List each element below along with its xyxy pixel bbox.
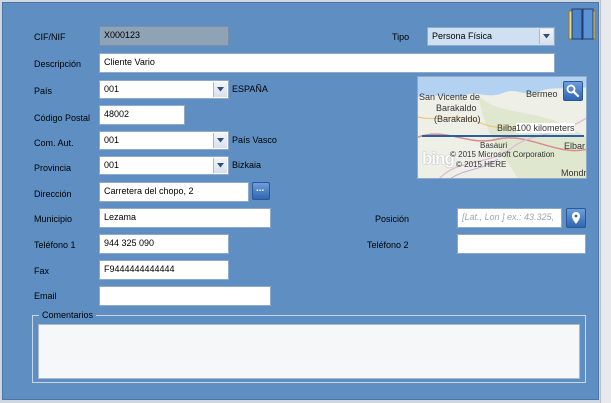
magnifier-icon bbox=[566, 84, 580, 98]
descripcion-field[interactable]: Cliente Vario bbox=[99, 53, 555, 73]
window: CIF/NIF X000123 Tipo Persona Física Desc… bbox=[0, 0, 611, 403]
window-edge-scrollbar[interactable] bbox=[600, 0, 611, 403]
pais-value: 001 bbox=[104, 84, 120, 94]
provincia-name: Bizkaia bbox=[232, 160, 262, 170]
codigo-postal-label: Código Postal bbox=[34, 113, 91, 123]
open-book-icon[interactable] bbox=[567, 7, 597, 43]
chevron-down-icon bbox=[217, 87, 224, 92]
telefono2-field[interactable] bbox=[457, 234, 586, 254]
com-aut-value: 001 bbox=[104, 135, 120, 145]
map-place-1: San Vicente de bbox=[419, 92, 480, 102]
com-aut-dropdown-button[interactable] bbox=[213, 133, 227, 148]
tipo-select[interactable]: Persona Física bbox=[427, 27, 555, 46]
comentarios-group: Comentarios bbox=[32, 310, 586, 383]
client-form-panel: CIF/NIF X000123 Tipo Persona Física Desc… bbox=[2, 2, 599, 400]
direccion-browse-label: ... bbox=[256, 183, 265, 194]
map-copyright-1: © 2015 Microsoft Corporation bbox=[450, 150, 555, 159]
posicion-placeholder: [Lat., Lon ] ex.: 43.325, bbox=[462, 212, 555, 222]
map-place-6: Basauri bbox=[480, 141, 508, 150]
telefono2-label: Teléfono 2 bbox=[367, 240, 409, 250]
chevron-down-icon bbox=[543, 34, 550, 39]
com-aut-name: País Vasco bbox=[232, 135, 277, 145]
provincia-select[interactable]: 001 bbox=[99, 156, 229, 175]
map-scale: 100 kilometers bbox=[516, 123, 575, 133]
telefono1-label: Teléfono 1 bbox=[34, 240, 76, 250]
map-view[interactable]: San Vicente de Barakaldo (Barakaldo) Ber… bbox=[417, 76, 587, 179]
com-aut-select[interactable]: 001 bbox=[99, 131, 229, 150]
municipio-field[interactable]: Lezama bbox=[99, 208, 271, 228]
posicion-label: Posición bbox=[375, 214, 410, 224]
provincia-label: Provincia bbox=[34, 163, 72, 173]
direccion-browse-button[interactable]: ... bbox=[252, 182, 270, 200]
cif-label: CIF/NIF bbox=[34, 32, 66, 42]
map-place-4: Bermeo bbox=[526, 89, 558, 99]
map-scale-bar bbox=[422, 135, 584, 137]
tipo-label: Tipo bbox=[392, 32, 410, 42]
provincia-value: 001 bbox=[104, 160, 120, 170]
fax-field[interactable]: F9444444444444 bbox=[99, 260, 229, 280]
posicion-field[interactable]: [Lat., Lon ] ex.: 43.325, bbox=[457, 208, 562, 228]
cif-field[interactable]: X000123 bbox=[99, 26, 229, 46]
pais-label: País bbox=[34, 86, 53, 96]
map-search-button[interactable] bbox=[563, 81, 583, 101]
map-place-8: Mondra bbox=[561, 168, 587, 178]
municipio-label: Municipio bbox=[34, 214, 73, 224]
codigo-postal-field[interactable]: 48002 bbox=[99, 105, 185, 125]
pais-dropdown-button[interactable] bbox=[213, 82, 227, 97]
map-place-3: (Barakaldo) bbox=[434, 114, 481, 124]
map-copyright-2: © 2015 HERE bbox=[456, 160, 507, 169]
email-label: Email bbox=[34, 291, 57, 301]
email-field[interactable] bbox=[99, 286, 271, 306]
comentarios-textarea[interactable] bbox=[38, 324, 580, 379]
posicion-locate-button[interactable] bbox=[566, 208, 586, 228]
provincia-dropdown-button[interactable] bbox=[213, 158, 227, 173]
direccion-label: Dirección bbox=[34, 189, 72, 199]
tipo-value: Persona Física bbox=[432, 31, 493, 41]
chevron-down-icon bbox=[217, 163, 224, 168]
tipo-dropdown-button[interactable] bbox=[539, 29, 553, 44]
comentarios-label: Comentarios bbox=[39, 310, 97, 320]
com-aut-label: Com. Aut. bbox=[34, 138, 74, 148]
map-place-7: Elbar bbox=[564, 141, 586, 151]
fax-label: Fax bbox=[34, 266, 50, 276]
map-place-2: Barakaldo bbox=[436, 103, 477, 113]
descripcion-label: Descripción bbox=[34, 59, 82, 69]
pais-select[interactable]: 001 bbox=[99, 80, 229, 99]
direccion-field[interactable]: Carretera del chopo, 2 bbox=[99, 182, 249, 202]
chevron-down-icon bbox=[217, 138, 224, 143]
pais-name: ESPAÑA bbox=[232, 84, 268, 94]
location-pin-icon bbox=[572, 212, 580, 224]
telefono1-field[interactable]: 944 325 090 bbox=[99, 234, 229, 254]
